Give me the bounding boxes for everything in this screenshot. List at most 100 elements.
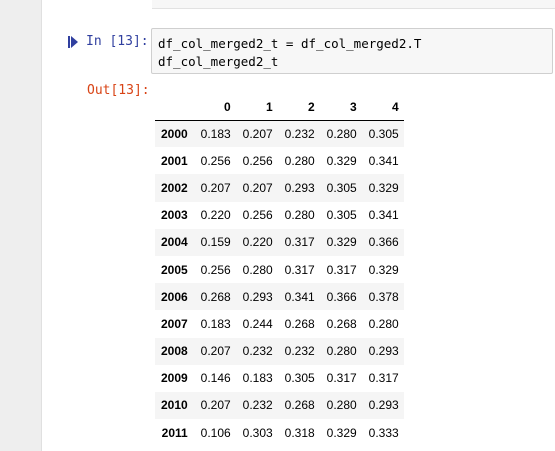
table-cell: 0.280 [242, 262, 273, 277]
table-row: 2004 0.159 0.220 0.317 0.329 0.366 [155, 228, 404, 256]
row-index-label: 2008 [161, 344, 188, 359]
table-cell: 0.280 [284, 153, 315, 168]
table-cell: 0.317 [368, 371, 399, 386]
row-index-label: 2007 [161, 316, 188, 331]
table-cell: 0.183 [200, 316, 231, 331]
table-header-row: 0 1 2 3 4 [155, 94, 404, 121]
table-cell: 0.293 [242, 289, 273, 304]
table-cell: 0.280 [284, 208, 315, 223]
table-cell: 0.317 [326, 371, 357, 386]
table-cell: 0.303 [242, 425, 273, 440]
table-cell: 0.268 [200, 289, 231, 304]
table-cell: 0.293 [368, 398, 399, 413]
table-cell: 0.256 [242, 208, 273, 223]
row-index-label: 2006 [161, 289, 188, 304]
table-cell: 0.232 [284, 126, 315, 141]
table-cell: 0.318 [284, 425, 315, 440]
row-index-label: 2003 [161, 208, 188, 223]
row-index-label: 2001 [161, 153, 188, 168]
table-cell: 0.341 [284, 289, 315, 304]
table-cell: 0.232 [242, 344, 273, 359]
table-cell: 0.106 [200, 425, 231, 440]
table-cell: 0.146 [200, 371, 231, 386]
run-cell-icon[interactable] [68, 36, 78, 48]
table-cell: 0.256 [200, 153, 231, 168]
table-row: 2008 0.207 0.232 0.232 0.280 0.293 [155, 337, 404, 365]
row-index-label: 2011 [161, 425, 188, 440]
column-header: 2 [277, 94, 320, 121]
code-editor[interactable]: df_col_merged2_t = df_col_merged2.T df_c… [151, 28, 553, 74]
table-cell: 0.268 [284, 316, 315, 331]
table-cell: 0.268 [326, 316, 357, 331]
table-cell: 0.280 [326, 344, 357, 359]
row-index-label: 2009 [161, 371, 188, 386]
code-line: df_col_merged2_t [158, 54, 279, 69]
table-cell: 0.305 [284, 371, 315, 386]
table-cell: 0.159 [200, 235, 231, 250]
table-cell: 0.244 [242, 316, 273, 331]
table-cell: 0.378 [368, 289, 399, 304]
table-row: 2010 0.207 0.232 0.268 0.280 0.293 [155, 391, 404, 420]
table-cell: 0.293 [284, 180, 315, 195]
table-cell: 0.329 [326, 425, 357, 440]
row-index-label: 2000 [161, 126, 188, 141]
row-index-label: 2010 [161, 398, 188, 413]
table-row: 2011 0.106 0.303 0.318 0.329 0.333 [155, 419, 404, 447]
table-cell: 0.341 [368, 208, 399, 223]
table-cell: 0.268 [284, 398, 315, 413]
table-row: 2009 0.146 0.183 0.305 0.317 0.317 [155, 364, 404, 392]
table-cell: 0.207 [242, 126, 273, 141]
table-cell: 0.317 [326, 262, 357, 277]
column-header: 4 [361, 94, 404, 121]
table-cell: 0.280 [368, 316, 399, 331]
table-cell: 0.341 [368, 153, 399, 168]
table-cell: 0.183 [242, 371, 273, 386]
table-cell: 0.207 [242, 180, 273, 195]
table-row: 2006 0.268 0.293 0.341 0.366 0.378 [155, 283, 404, 311]
input-prompt-label: In [13]: [86, 34, 149, 49]
table-row: 2003 0.220 0.256 0.280 0.305 0.341 [155, 201, 404, 229]
table-cell: 0.305 [326, 180, 357, 195]
table-cell: 0.305 [368, 126, 399, 141]
table-row: 2000 0.183 0.207 0.232 0.280 0.305 [155, 120, 404, 148]
table-row: 2001 0.256 0.256 0.280 0.329 0.341 [155, 147, 404, 175]
dataframe-table: 0 1 2 3 4 2000 0.183 0.207 0.232 0.280 0.305 2… [155, 94, 404, 447]
table-cell: 0.232 [284, 344, 315, 359]
table-cell: 0.329 [326, 235, 357, 250]
index-header [155, 94, 194, 121]
table-cell: 0.366 [326, 289, 357, 304]
table-cell: 0.183 [200, 126, 231, 141]
table-cell: 0.366 [368, 235, 399, 250]
table-body: 2000 0.183 0.207 0.232 0.280 0.305 2001 0.256 0.… [155, 120, 404, 447]
row-index-label: 2002 [161, 180, 188, 195]
table-cell: 0.329 [326, 153, 357, 168]
table-row: 2005 0.256 0.280 0.317 0.317 0.329 [155, 255, 404, 284]
table-cell: 0.207 [200, 180, 231, 195]
table-cell: 0.280 [326, 126, 357, 141]
column-header: 1 [235, 94, 278, 121]
table-cell: 0.207 [200, 398, 231, 413]
table-cell: 0.280 [326, 398, 357, 413]
table-cell: 0.232 [242, 398, 273, 413]
table-cell: 0.207 [200, 344, 231, 359]
row-index-label: 2005 [161, 262, 188, 277]
code-line: df_col_merged2_t = df_col_merged2.T [158, 36, 422, 51]
table-cell: 0.333 [368, 425, 399, 440]
table-cell: 0.305 [326, 208, 357, 223]
table-cell: 0.220 [242, 235, 273, 250]
table-cell: 0.317 [284, 262, 315, 277]
table-cell: 0.317 [284, 235, 315, 250]
previous-cell-output-edge [152, 0, 555, 9]
table-row: 2002 0.207 0.207 0.293 0.305 0.329 [155, 174, 404, 202]
table-row: 2007 0.183 0.244 0.268 0.268 0.280 [155, 310, 404, 338]
table-cell: 0.329 [368, 262, 399, 277]
row-index-label: 2004 [161, 235, 188, 250]
column-header: 0 [193, 94, 236, 121]
table-cell: 0.256 [200, 262, 231, 277]
column-header: 3 [319, 94, 362, 121]
table-cell: 0.220 [200, 208, 231, 223]
table-cell: 0.329 [368, 180, 399, 195]
output-prompt-label: Out[13]: [87, 83, 150, 98]
table-cell: 0.256 [242, 153, 273, 168]
table-cell: 0.293 [368, 344, 399, 359]
